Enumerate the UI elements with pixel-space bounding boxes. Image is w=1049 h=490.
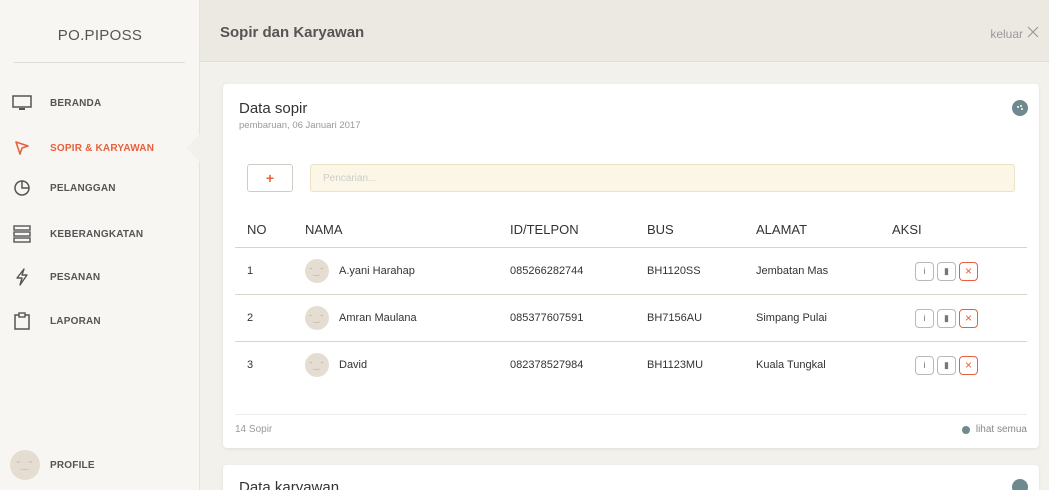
sidebar-item-label: BERANDA — [50, 97, 102, 109]
avatar: ˘‿˘ — [10, 450, 40, 480]
avatar: ˘‿˘ — [305, 353, 329, 377]
cell-name: ˘‿˘ Amran Maulana — [305, 295, 417, 341]
topbar: Sopir dan Karyawan keluar — [200, 0, 1049, 62]
cell-address: Jembatan Mas — [756, 265, 829, 277]
divider — [14, 62, 185, 63]
cell-bus: BH7156AU — [647, 312, 703, 324]
info-button[interactable]: i — [915, 355, 934, 375]
row-actions: i ▮ × — [915, 248, 978, 294]
cell-phone: 082378527984 — [510, 359, 584, 371]
see-all-label: lihat semua — [975, 424, 1027, 435]
driver-card: Data sopir pembaruan, 06 Januari 2017 + … — [223, 84, 1039, 448]
cell-bus: BH1120SS — [647, 265, 701, 277]
sidebar-item-pesanan[interactable]: PESANAN — [0, 262, 200, 292]
driver-name: A.yani Harahap — [339, 265, 415, 277]
page-title: Sopir dan Karyawan — [220, 24, 365, 41]
card-title: Data sopir — [239, 100, 308, 117]
edit-button[interactable]: ▮ — [937, 308, 956, 328]
footer-divider — [235, 414, 1027, 415]
edit-button[interactable]: ▮ — [937, 261, 956, 281]
clipboard-icon — [12, 311, 32, 331]
row-actions: i ▮ × — [915, 342, 978, 388]
avatar-face-icon: ˘‿˘ — [10, 450, 40, 480]
delete-button[interactable]: × — [959, 308, 978, 328]
info-button[interactable]: i — [915, 308, 934, 328]
logout-button[interactable]: keluar — [990, 26, 1039, 41]
monitor-icon — [12, 93, 32, 113]
sidebar-item-sopir-karyawan[interactable]: SOPIR & KARYAWAN — [0, 133, 200, 163]
palette-icon[interactable] — [1012, 479, 1028, 490]
delete-button[interactable]: × — [959, 261, 978, 281]
sidebar-item-label: PESANAN — [50, 271, 101, 283]
sidebar-item-beranda[interactable]: BERANDA — [0, 88, 200, 118]
cell-no: 3 — [247, 359, 254, 371]
close-icon — [1027, 26, 1039, 41]
info-button[interactable]: i — [915, 261, 934, 281]
card-title: Data karyawan — [239, 479, 340, 490]
see-all-link[interactable]: lihat semua — [961, 424, 1027, 435]
avatar: ˘‿˘ — [305, 259, 329, 283]
cell-name: ˘‿˘ A.yani Harahap — [305, 248, 415, 294]
employee-card: Data karyawan — [223, 465, 1039, 490]
driver-count: 14 Sopir — [235, 424, 273, 435]
send-icon — [12, 138, 32, 158]
sidebar-item-label: LAPORAN — [50, 315, 101, 327]
cell-phone: 085266282744 — [510, 265, 584, 277]
sidebar-item-label: SOPIR & KARYAWAN — [50, 142, 155, 154]
cell-name: ˘‿˘ David — [305, 342, 367, 388]
table-row[interactable]: 1 ˘‿˘ A.yani Harahap 085266282744 BH1120… — [235, 248, 1027, 296]
palette-icon[interactable] — [1012, 100, 1028, 116]
logout-label: keluar — [990, 26, 1023, 41]
sidebar-item-label: KEBERANGKATAN — [50, 228, 144, 240]
sidebar-item-label: PELANGGAN — [50, 182, 116, 194]
column-header-bus: BUS — [647, 222, 674, 237]
column-header-alamat: ALAMAT — [756, 222, 808, 237]
table-row[interactable]: 2 ˘‿˘ Amran Maulana 085377607591 BH7156A… — [235, 295, 1027, 343]
cell-no: 2 — [247, 312, 254, 324]
lightning-icon — [12, 267, 32, 287]
brand-logo[interactable]: PO.PIPOSS — [0, 0, 200, 70]
sidebar-item-pelanggan[interactable]: PELANGGAN — [0, 173, 200, 203]
avatar: ˘‿˘ — [305, 306, 329, 330]
server-list-icon — [12, 224, 32, 244]
sidebar-item-label: PROFILE — [50, 459, 95, 471]
cell-address: Simpang Pulai — [756, 312, 827, 324]
cell-address: Kuala Tungkal — [756, 359, 826, 371]
cell-no: 1 — [247, 265, 254, 277]
column-header-aksi: AKSI — [892, 222, 922, 237]
row-actions: i ▮ × — [915, 295, 978, 341]
driver-name: David — [339, 359, 368, 371]
active-indicator — [186, 134, 200, 162]
driver-name: Amran Maulana — [339, 312, 417, 324]
table-row[interactable]: 3 ˘‿˘ David 082378527984 BH1123MU Kuala … — [235, 342, 1027, 390]
delete-button[interactable]: × — [959, 355, 978, 375]
cell-phone: 085377607591 — [510, 312, 584, 324]
sidebar-item-keberangkatan[interactable]: KEBERANGKATAN — [0, 219, 200, 249]
card-subtitle: pembaruan, 06 Januari 2017 — [239, 120, 361, 131]
column-header-no: NO — [247, 222, 267, 237]
dot-icon — [961, 425, 970, 434]
pie-chart-icon — [12, 178, 32, 198]
sidebar: PO.PIPOSS BERANDA SOPIR & KARYAWAN PELAN… — [0, 0, 200, 490]
sidebar-item-laporan[interactable]: LAPORAN — [0, 306, 200, 336]
edit-button[interactable]: ▮ — [937, 355, 956, 375]
search-input[interactable] — [310, 164, 1015, 192]
column-header-id-telpon: ID/TELPON — [510, 222, 579, 237]
cell-bus: BH1123MU — [647, 359, 704, 371]
column-header-nama: NAMA — [305, 222, 343, 237]
add-driver-button[interactable]: + — [247, 164, 293, 192]
sidebar-item-profile[interactable]: ˘‿˘ PROFILE — [0, 450, 200, 480]
